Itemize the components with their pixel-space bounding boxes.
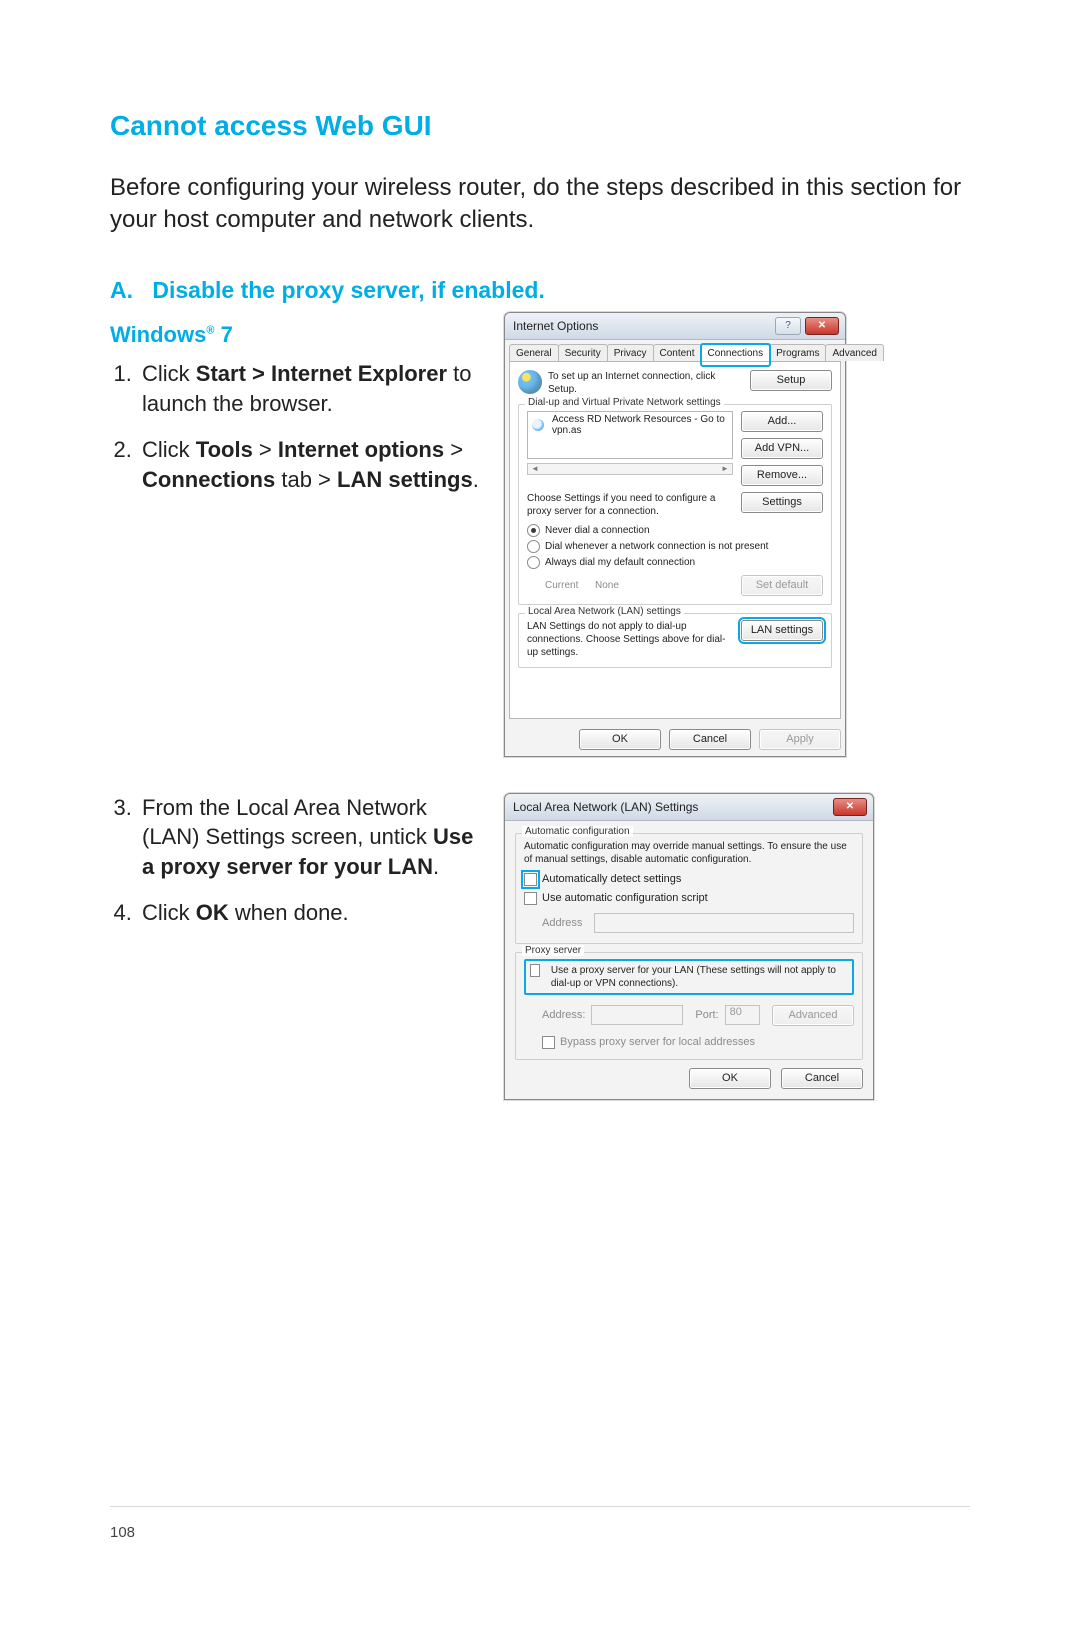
- tab-general[interactable]: General: [509, 344, 559, 361]
- lan-text: LAN Settings do not apply to dial-up con…: [527, 620, 733, 659]
- step-2: Click Tools > Internet options > Connect…: [138, 435, 480, 494]
- tab-security[interactable]: Security: [558, 344, 608, 361]
- page-number: 108: [110, 1524, 135, 1541]
- dialog-buttons: OK Cancel Apply: [505, 723, 845, 756]
- add-vpn-button[interactable]: Add VPN...: [741, 438, 823, 459]
- step-3: From the Local Area Network (LAN) Settin…: [138, 793, 480, 882]
- radio-whenever[interactable]: Dial whenever a network connection is no…: [527, 540, 823, 553]
- tab-privacy[interactable]: Privacy: [607, 344, 654, 361]
- setup-text: To set up an Internet connection, click …: [548, 370, 742, 396]
- advanced-button: Advanced: [772, 1005, 854, 1026]
- tab-connections[interactable]: Connections: [701, 344, 771, 361]
- internet-options-dialog: Internet Options ? ✕ General Security Pr…: [504, 312, 846, 757]
- dialog-title: Local Area Network (LAN) Settings: [513, 800, 698, 814]
- cancel-button[interactable]: Cancel: [781, 1068, 863, 1089]
- os-heading: Windows® 7: [110, 320, 480, 350]
- checkbox-icon: [524, 873, 537, 886]
- radio-icon: [527, 540, 540, 553]
- proxy-checkbox[interactable]: [530, 964, 540, 977]
- close-button[interactable]: ✕: [833, 798, 867, 816]
- cancel-button[interactable]: Cancel: [669, 729, 751, 750]
- add-button[interactable]: Add...: [741, 411, 823, 432]
- steps-left-col-2: From the Local Area Network (LAN) Settin…: [110, 793, 480, 944]
- checkbox-icon: [524, 892, 537, 905]
- lan-body: Automatic configuration Automatic config…: [505, 821, 873, 1099]
- dialog-titlebar: Internet Options ? ✕: [505, 313, 845, 340]
- close-button[interactable]: ✕: [805, 317, 839, 335]
- globe-icon: [518, 370, 542, 394]
- settings-button[interactable]: Settings: [741, 492, 823, 513]
- subheading-a: A. Disable the proxy server, if enabled.: [110, 277, 970, 304]
- step-1: Click Start > Internet Explorer to launc…: [138, 359, 480, 418]
- current-value: None: [595, 580, 741, 591]
- step-4: Click OK when done.: [138, 898, 480, 928]
- tab-advanced[interactable]: Advanced: [825, 344, 883, 361]
- sub-letter: A.: [110, 277, 146, 304]
- auto-config-group: Automatic configuration Automatic config…: [515, 833, 863, 944]
- connections-listbox[interactable]: Access RD Network Resources - Go to vpn.…: [527, 411, 733, 459]
- addr2-label: Address:: [542, 1009, 585, 1021]
- port-label: Port:: [695, 1009, 718, 1021]
- steps-left-col: Windows® 7 Click Start > Internet Explor…: [110, 312, 480, 510]
- proxy-checkbox-label: Use a proxy server for your LAN (These s…: [551, 964, 848, 990]
- auto-detect-checkbox[interactable]: Automatically detect settings: [524, 873, 854, 886]
- radio-icon: [527, 524, 540, 537]
- proxy-group: Proxy server Use a proxy server for your…: [515, 952, 863, 1060]
- list-scrollbar[interactable]: ◄ ►: [527, 463, 733, 475]
- remove-button[interactable]: Remove...: [741, 465, 823, 486]
- dialup-legend: Dial-up and Virtual Private Network sett…: [525, 397, 724, 408]
- set-default-button: Set default: [741, 575, 823, 596]
- list-item[interactable]: Access RD Network Resources - Go to vpn.…: [532, 414, 728, 436]
- connection-icon: [532, 419, 544, 431]
- lan-settings-dialog: Local Area Network (LAN) Settings ✕ Auto…: [504, 793, 874, 1100]
- ok-button[interactable]: OK: [689, 1068, 771, 1089]
- help-button[interactable]: ?: [775, 317, 801, 335]
- scroll-left-icon[interactable]: ◄: [531, 464, 539, 473]
- radio-never[interactable]: Never dial a connection: [527, 524, 823, 537]
- tab-programs[interactable]: Programs: [769, 344, 826, 361]
- footer-rule: [110, 1506, 970, 1507]
- lan-settings-button[interactable]: LAN settings: [741, 620, 823, 641]
- auto-legend: Automatic configuration: [522, 826, 633, 837]
- checkbox-icon: [542, 1036, 555, 1049]
- address-input: [594, 913, 854, 933]
- auto-script-checkbox[interactable]: Use automatic configuration script: [524, 892, 854, 905]
- scroll-right-icon[interactable]: ►: [721, 464, 729, 473]
- dialog-title: Internet Options: [513, 319, 598, 333]
- tabs: General Security Privacy Content Connect…: [505, 340, 845, 361]
- proxy-port-input: 80: [725, 1005, 760, 1025]
- sub-text: Disable the proxy server, if enabled.: [152, 277, 544, 303]
- proxy-highlight: Use a proxy server for your LAN (These s…: [524, 959, 854, 995]
- tab-content[interactable]: Content: [653, 344, 702, 361]
- apply-button: Apply: [759, 729, 841, 750]
- section-title: Cannot access Web GUI: [110, 110, 970, 142]
- intro-paragraph: Before configuring your wireless router,…: [110, 172, 970, 237]
- dialup-vpn-group: Dial-up and Virtual Private Network sett…: [518, 404, 832, 605]
- ok-button[interactable]: OK: [579, 729, 661, 750]
- auto-text: Automatic configuration may override man…: [524, 840, 854, 867]
- proxy-address-input: [591, 1005, 683, 1025]
- lan-group: Local Area Network (LAN) settings LAN Se…: [518, 613, 832, 668]
- setup-button[interactable]: Setup: [750, 370, 832, 391]
- bypass-checkbox: Bypass proxy server for local addresses: [542, 1036, 854, 1049]
- dialog-titlebar: Local Area Network (LAN) Settings ✕: [505, 794, 873, 821]
- dialog-body: To set up an Internet connection, click …: [509, 361, 841, 719]
- radio-icon: [527, 556, 540, 569]
- radio-always[interactable]: Always dial my default connection: [527, 556, 823, 569]
- lan-legend: Local Area Network (LAN) settings: [525, 606, 684, 617]
- manual-page: Cannot access Web GUI Before configuring…: [0, 0, 1080, 1627]
- connections-listbox-wrap: Access RD Network Resources - Go to vpn.…: [527, 411, 733, 486]
- address-label: Address: [542, 917, 594, 929]
- proxy-legend: Proxy server: [522, 945, 584, 956]
- choose-settings-text: Choose Settings if you need to configure…: [527, 492, 733, 518]
- current-label: Current: [545, 580, 595, 591]
